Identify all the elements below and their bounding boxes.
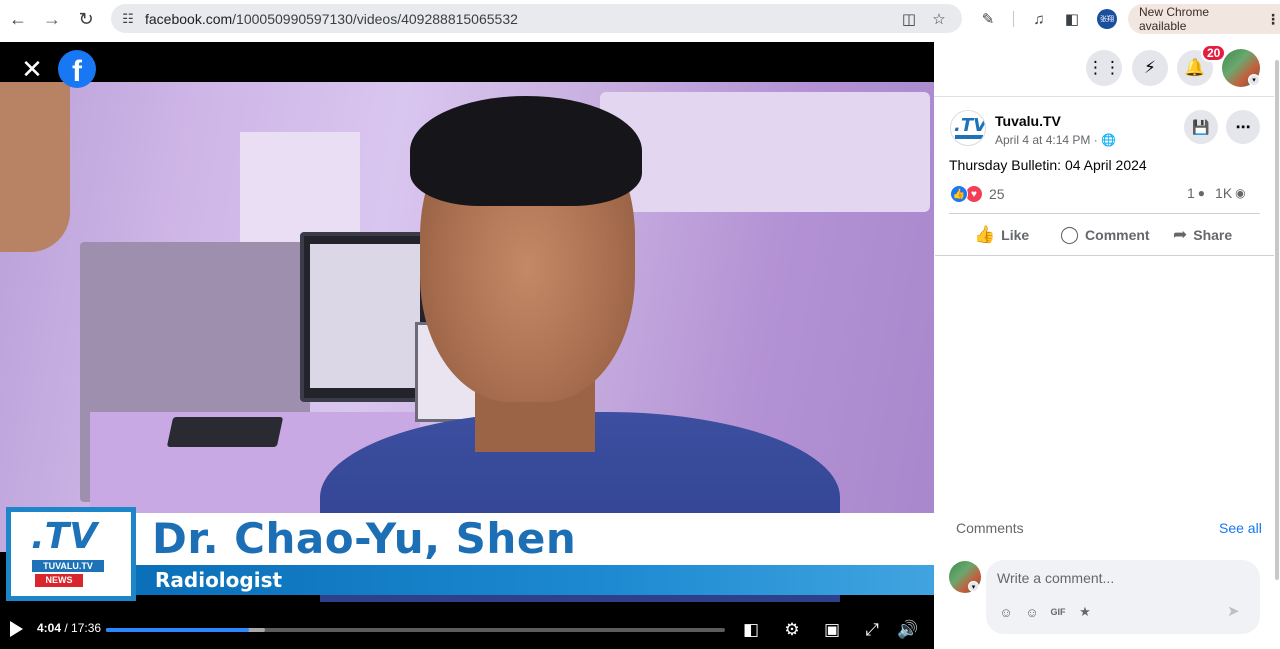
- comments-heading: Comments: [956, 520, 1024, 536]
- side-panel-icon[interactable]: ◧: [1057, 4, 1087, 34]
- facebook-logo-icon[interactable]: f: [58, 50, 96, 88]
- url-host: facebook.com: [145, 10, 233, 27]
- speaker-name: Dr. Chao-Yu, Shen: [152, 514, 577, 563]
- bookmark-star-icon[interactable]: ☆: [924, 10, 954, 28]
- chevron-down-icon[interactable]: ▾: [968, 581, 979, 592]
- progress-played: [106, 628, 250, 632]
- post-stats[interactable]: 1 ● 1K ◉: [1187, 185, 1246, 201]
- captions-icon[interactable]: ◧: [739, 618, 763, 642]
- post-caption: Thursday Bulletin: 04 April 2024: [949, 157, 1147, 173]
- logo-inner: .TV TUVALU.TV NEWS: [11, 512, 131, 596]
- like-icon: 👍: [974, 225, 996, 244]
- address-bar[interactable]: ☷ facebook.com/100050990597130/videos/40…: [111, 4, 962, 33]
- panel-header-divider: [934, 96, 1274, 97]
- video-frame: [0, 82, 934, 602]
- volume-icon[interactable]: 🔊: [896, 618, 920, 642]
- video-player[interactable]: .TV TUVALU.TV NEWS Dr. Chao-Yu, Shen Rad…: [0, 42, 934, 649]
- page-avatar[interactable]: .TV: [950, 110, 986, 146]
- time-separator: /: [61, 621, 72, 635]
- more-options-icon[interactable]: ⋯: [1226, 110, 1260, 144]
- chrome-profile-avatar[interactable]: 张翔: [1097, 9, 1117, 29]
- page-logo-mark: .TV: [954, 115, 986, 136]
- close-icon[interactable]: ✕: [18, 56, 46, 84]
- eye-icon: ◉: [1235, 186, 1246, 200]
- lower-third-overlay: .TV TUVALU.TV NEWS Dr. Chao-Yu, Shen Rad…: [0, 505, 934, 605]
- save-icon[interactable]: 💾: [1184, 110, 1218, 144]
- media-control-icon[interactable]: ♫: [1024, 4, 1054, 34]
- page-name[interactable]: Tuvalu.TV: [995, 113, 1061, 129]
- reaction-count: 25: [989, 186, 1005, 202]
- sticker-avatar-icon[interactable]: ☺: [997, 603, 1015, 621]
- comment-button[interactable]: ◯ Comment: [1060, 222, 1150, 248]
- like-button[interactable]: 👍 Like: [974, 222, 1029, 248]
- progress-bar[interactable]: [106, 628, 725, 632]
- comment-icon: ◯: [1060, 225, 1080, 244]
- post-timestamp[interactable]: April 4 at 4:14 PM · 🌐: [995, 133, 1116, 147]
- logo-main-text: .TV: [31, 516, 98, 557]
- time-display: 4:04 / 17:36: [37, 621, 101, 635]
- player-controls: 4:04 / 17:36 ◧ ⚙ ▣ ⤢ 🔊: [0, 610, 934, 649]
- comment-label: Comment: [1085, 227, 1150, 243]
- duration: 17:36: [71, 621, 102, 635]
- comment-input[interactable]: Write a comment... ☺ ☺ GIF ★ ➤: [986, 560, 1260, 634]
- share-icon: ➦: [1173, 225, 1188, 244]
- send-icon[interactable]: ➤: [1227, 602, 1240, 620]
- chrome-update-button[interactable]: New Chrome available ⋮: [1128, 4, 1280, 34]
- chrome-menu-icon[interactable]: ⋮: [1266, 11, 1280, 28]
- comment-bubble-icon: ●: [1197, 186, 1206, 200]
- action-divider-top: [949, 213, 1260, 214]
- tuvalu-tv-news-logo: .TV TUVALU.TV NEWS: [6, 507, 136, 601]
- see-all-link[interactable]: See all: [1219, 520, 1262, 536]
- globe-icon: 🌐: [1101, 133, 1117, 147]
- background-panel: [600, 92, 930, 212]
- gif-icon[interactable]: GIF: [1049, 603, 1067, 621]
- browser-toolbar: ← → ↻ ☷ facebook.com/100050990597130/vid…: [0, 0, 1280, 38]
- reload-icon[interactable]: ↻: [69, 2, 103, 36]
- post-meta-text: April 4 at 4:14 PM ·: [995, 133, 1098, 147]
- background-monitor: [300, 232, 430, 402]
- notification-badge: 20: [1201, 44, 1227, 62]
- messenger-icon[interactable]: ⚡: [1132, 50, 1168, 86]
- comment-placeholder: Write a comment...: [997, 570, 1115, 586]
- pip-icon[interactable]: ▣: [820, 618, 844, 642]
- settings-gear-icon[interactable]: ⚙: [780, 618, 804, 642]
- menu-grid-icon[interactable]: ⋮⋮: [1086, 50, 1122, 86]
- emoji-icon[interactable]: ☺: [1023, 603, 1041, 621]
- reaction-summary[interactable]: 👍 ♥ 25: [950, 184, 1005, 204]
- forward-icon[interactable]: →: [35, 2, 69, 36]
- like-label: Like: [1001, 227, 1030, 243]
- chevron-down-icon[interactable]: ▾: [1248, 74, 1260, 86]
- comment-count: 1: [1187, 185, 1195, 201]
- background-arm: [0, 82, 70, 252]
- install-app-icon[interactable]: ◫: [894, 10, 924, 28]
- background-keyboard: [166, 417, 284, 447]
- extensions-icon[interactable]: ✎: [973, 4, 1003, 34]
- speaker-role: Radiologist: [155, 568, 283, 592]
- logo-sub-text: TUVALU.TV: [32, 560, 104, 572]
- back-icon[interactable]: ←: [1, 2, 35, 36]
- like-reaction-icon: 👍: [950, 185, 968, 203]
- site-settings-icon[interactable]: ☷: [111, 11, 145, 27]
- view-count: 1K: [1215, 185, 1233, 201]
- page-logo-bar: [955, 135, 983, 139]
- url-path: /100050990597130/videos/409288815065532: [232, 10, 518, 27]
- share-button[interactable]: ➦ Share: [1173, 222, 1232, 248]
- url-text[interactable]: facebook.com/100050990597130/videos/4092…: [145, 11, 894, 27]
- share-label: Share: [1193, 227, 1233, 243]
- sticker-icon[interactable]: ★: [1076, 603, 1094, 621]
- logo-news-text: NEWS: [35, 574, 83, 587]
- toolbar-separator: [1013, 11, 1014, 27]
- action-divider-bottom: [935, 255, 1274, 256]
- person-hair: [410, 96, 642, 206]
- fullscreen-icon[interactable]: ⤢: [860, 618, 884, 642]
- scrollbar-thumb[interactable]: [1275, 60, 1279, 580]
- current-time: 4:04: [37, 621, 62, 635]
- play-icon[interactable]: [10, 621, 23, 637]
- update-label: New Chrome available: [1139, 5, 1210, 33]
